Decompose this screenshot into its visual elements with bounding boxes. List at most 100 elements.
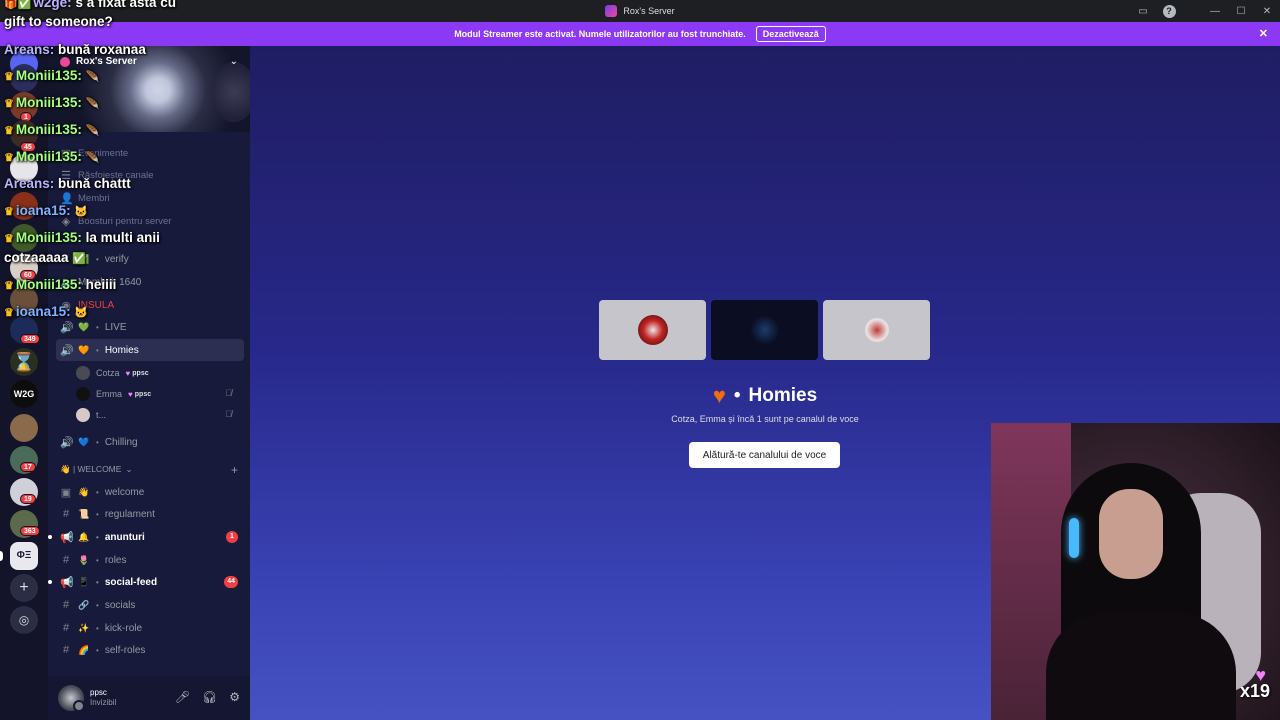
heart-emoji-icon: 💙 [78, 437, 90, 447]
add-channel-icon[interactable]: + [231, 463, 238, 477]
window-controls: ▭ ? — ☐ ✕ [1130, 0, 1280, 22]
channel-name: Homies [104, 344, 139, 356]
add-server-icon[interactable]: + [10, 574, 38, 602]
channel-emoji-icon: 🌷 [78, 555, 90, 565]
voice-user[interactable]: t... 🎙̸ [76, 405, 236, 425]
channel-socials[interactable]: # 🔗 • socials [56, 594, 244, 616]
chat-emote: 🐱 [74, 206, 89, 218]
channel-emoji-icon: ✨ [78, 623, 90, 633]
close-banner-icon[interactable]: ✕ [1259, 27, 1268, 40]
channel-emoji-icon: 🔔 [78, 532, 90, 542]
participant-tile[interactable] [823, 300, 930, 360]
voice-channel-chilling[interactable]: 🔊 💙 • Chilling [56, 431, 244, 453]
voice-channel-homies[interactable]: 🔊 🧡 • Homies [56, 339, 244, 361]
channel-name: Homies [748, 385, 818, 406]
user-name: t... [96, 410, 107, 420]
check-emote: ✅ [72, 253, 87, 265]
chat-emote: 🪶 [85, 125, 100, 137]
channel-welcome[interactable]: ▣ 👋 • welcome [56, 481, 244, 503]
announcement-icon: 📢 [60, 576, 74, 589]
chat-line: ♛ Moniii135: 🪶 [4, 149, 99, 164]
user-tag: ♥ ppsc [128, 390, 151, 399]
hash-icon: # [62, 599, 70, 611]
muted-icon: 🎙̸ [225, 409, 232, 419]
tag-text: ppsc [132, 369, 149, 377]
server-header[interactable]: Rox's Server [60, 56, 137, 67]
channel-social-feed[interactable]: 📢 📱 • social-feed 44 [48, 571, 244, 593]
crown-icon: ♛ [4, 280, 14, 292]
help-icon[interactable]: ? [1156, 0, 1182, 22]
server-icon[interactable]: ⌛ [10, 348, 38, 376]
channel-roles[interactable]: # 🌷 • roles [56, 549, 244, 571]
participant-tile[interactable] [599, 300, 706, 360]
chat-text: gift to someone? [4, 14, 113, 29]
hash-icon: # [62, 554, 70, 566]
participant-tiles [599, 300, 930, 360]
chat-emote: 🐱 [74, 307, 89, 319]
notification-badge: 17 [20, 462, 36, 472]
channel-anunturi[interactable]: 📢 🔔 • anunturi 1 [48, 526, 244, 548]
maximize-icon[interactable]: ☐ [1228, 0, 1254, 22]
user-info[interactable]: ppsc Invizibil [90, 688, 116, 708]
speaker-icon: 🔊 [60, 344, 74, 357]
separator-dot: • [96, 509, 99, 519]
speaker-icon: 🔊 [60, 436, 74, 449]
microphone-icon[interactable]: 🎤︎ [175, 690, 190, 704]
channel-emoji-icon: 📜 [78, 509, 90, 519]
channel-self-roles[interactable]: # 🌈 • self-roles [56, 639, 244, 661]
unread-indicator [48, 535, 52, 539]
hash-icon: # [62, 508, 70, 520]
chat-user: Moniii135: [15, 68, 82, 83]
voice-user[interactable]: Emma ♥ ppsc 🎙̸ [76, 384, 236, 404]
participant-tile[interactable] [711, 300, 818, 360]
voice-channel-live[interactable]: 🔊 💚 • LIVE [56, 316, 244, 338]
chevron-down-icon: ⌄ [125, 464, 133, 474]
notification-badge: 19 [20, 494, 36, 504]
server-icon[interactable] [10, 414, 38, 442]
menu-label: Boosturi pentru server [78, 215, 172, 227]
webcam-body [1046, 613, 1236, 720]
headphone-light [1069, 518, 1079, 558]
chat-user: Moniii135: [15, 277, 82, 292]
channel-name: LIVE [104, 321, 127, 333]
discover-icon[interactable]: ◎ [10, 606, 38, 634]
channel-kick-role[interactable]: # ✨ • kick-role [56, 617, 244, 639]
notification-badge: 363 [20, 526, 40, 536]
window-title: Rox's Server [605, 5, 675, 17]
hash-icon: # [62, 622, 70, 634]
disable-streamer-mode-button[interactable]: Dezactivează [755, 26, 826, 42]
notification-badge: 349 [20, 334, 40, 344]
gear-icon[interactable]: ⚙ [229, 690, 240, 704]
minimize-icon[interactable]: — [1202, 0, 1228, 22]
join-voice-button[interactable]: Alătură-te canalului de voce [689, 442, 840, 468]
webcam-face [1099, 489, 1163, 579]
headphones-icon[interactable]: 🎧︎ [202, 690, 217, 704]
voice-user[interactable]: Cotza ♥ ppsc [76, 363, 236, 383]
avatar[interactable] [58, 685, 85, 712]
channel-emoji-icon: 🔗 [78, 600, 90, 610]
avatar [749, 315, 780, 345]
category-welcome[interactable]: 👋 | WELCOME ⌄ + [60, 463, 240, 477]
channel-name: socials [104, 599, 136, 611]
chat-line: ♛ ioana15: 🐱 [4, 304, 88, 319]
close-window-icon[interactable]: ✕ [1254, 0, 1280, 22]
channel-name: welcome [104, 486, 145, 498]
server-icon[interactable]: W2G [10, 380, 38, 408]
chat-line: ♛ Moniii135: 🪶 [4, 122, 99, 137]
crown-icon: ♛ [4, 71, 14, 83]
separator-dot: • [96, 623, 99, 633]
channel-regulament[interactable]: # 📜 • regulament [56, 503, 244, 525]
avatar [76, 387, 90, 401]
separator-dot: • [96, 254, 99, 264]
menu-label: Membri [78, 192, 110, 204]
inbox-icon[interactable]: ▭ [1130, 0, 1156, 22]
channel-name: verify [104, 253, 129, 265]
user-controls: 🎤︎ 🎧︎ ⚙ [175, 690, 240, 704]
chevron-down-icon[interactable]: ⌄ [230, 56, 238, 67]
separator-dot: • [96, 437, 99, 447]
active-server-icon[interactable]: ΦΞ [10, 542, 38, 570]
user-panel: ppsc Invizibil 🎤︎ 🎧︎ ⚙ [48, 676, 250, 720]
chat-line: gift to someone? [4, 14, 113, 29]
channel-name: roles [104, 554, 127, 566]
